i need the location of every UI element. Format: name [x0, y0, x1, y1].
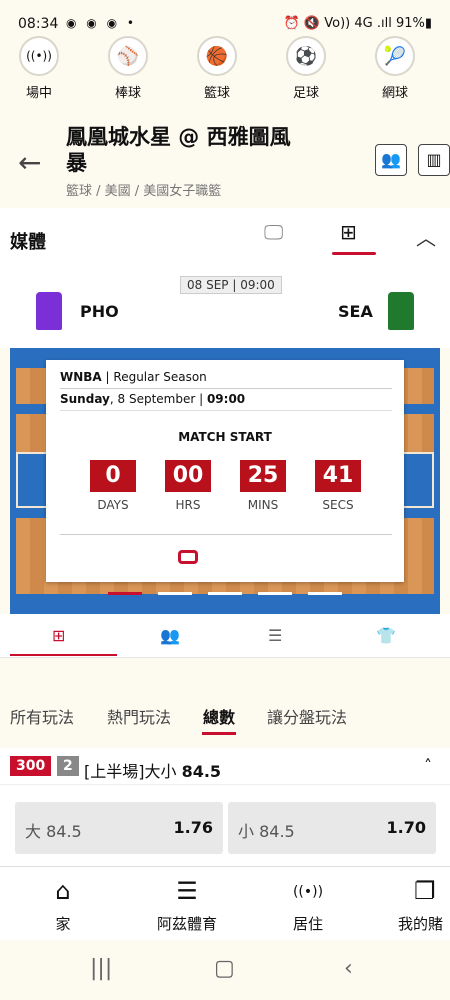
nav-live[interactable]: ((•)) 居住	[263, 877, 353, 934]
home-team-name: PHO	[80, 302, 119, 321]
odds-label: 小 84.5	[238, 822, 295, 841]
market-block: 300 2 [上半場]大小 84.5 ˄ 大 84.5 1.76 小 84.5 …	[0, 748, 450, 866]
menu-icon: ☰	[176, 877, 198, 905]
live-icon: ((•))	[19, 36, 59, 76]
chevron-up-icon[interactable]: ˄	[424, 756, 432, 775]
tab-popular-markets[interactable]: 熱門玩法	[107, 704, 171, 728]
sport-label: 籃球	[203, 86, 230, 101]
odds-over-button[interactable]: 大 84.5 1.76	[15, 802, 223, 854]
pager-dot[interactable]	[308, 592, 342, 595]
market-code-badge: 300	[10, 756, 52, 776]
odds-under-button[interactable]: 小 84.5 1.70	[228, 802, 436, 854]
countdown-seconds: 41 SECS	[315, 460, 361, 512]
match-start-label: MATCH START	[178, 430, 272, 444]
pager-dot[interactable]	[258, 592, 292, 595]
basketball-icon: 🏀	[197, 36, 237, 76]
media-bar: 媒體 🖵 ⊞ ︿	[0, 208, 450, 264]
status-time: 08:34	[18, 16, 59, 32]
countdown-minutes: 25 MINS	[240, 460, 286, 512]
detail-tabs: ⊞ 👥 ☰ 👕	[0, 614, 450, 658]
match-date: Sunday, 8 September | 09:00	[60, 392, 246, 406]
sport-tab-baseball[interactable]: ⚾ 棒球	[93, 36, 163, 101]
recent-apps-icon[interactable]: |||	[90, 956, 112, 981]
bar-chart-icon: ▥	[426, 150, 442, 169]
nav-home[interactable]: ⌂ 家	[18, 877, 108, 934]
active-tab-indicator	[332, 252, 376, 255]
home-circle-icon[interactable]: ▢	[214, 956, 235, 981]
away-jersey-icon	[388, 292, 414, 330]
court-view-icon[interactable]: ⊞	[340, 220, 357, 244]
bottom-nav: ⌂ 家 ☰ 阿茲體育 ((•)) 居住 ❐ 我的賭	[0, 866, 450, 940]
lineup-tab-icon[interactable]: 👥	[160, 626, 180, 645]
sport-label: 場中	[25, 86, 52, 101]
sport-tab-soccer[interactable]: ⚽ 足球	[271, 36, 341, 101]
live-icon: ((•))	[292, 884, 324, 900]
sport-tab-basketball[interactable]: 🏀 籃球	[182, 36, 252, 101]
tab-all-markets[interactable]: 所有玩法	[10, 704, 74, 728]
team-icon: 👥	[381, 150, 401, 169]
sport-tabs: ((•)) 場中 ⚾ 棒球 🏀 籃球 ⚽ 足球 🎾 網球	[0, 36, 450, 108]
stats-button[interactable]: ▥	[418, 144, 450, 176]
jersey-tab-icon[interactable]: 👕	[376, 626, 396, 645]
back-arrow-icon[interactable]: ←	[18, 146, 41, 179]
soccer-icon: ⚽	[286, 36, 326, 76]
court-visual: WNBA | Regular Season Sunday, 8 Septembe…	[10, 348, 440, 614]
tab-handicap[interactable]: 讓分盤玩法	[267, 704, 347, 728]
system-nav-bar: ||| ▢ ‹	[0, 940, 450, 1000]
nav-sports[interactable]: ☰ 阿茲體育	[142, 877, 232, 934]
page-title: 鳳凰城水星 @ 西雅圖風暴	[66, 125, 291, 175]
status-bar: 08:34 ◉ ◉ ◉ • ⏰ 🔇 Vo)) 4G .ıll 91%▮	[0, 0, 450, 36]
odds-value: 1.76	[173, 818, 213, 837]
countdown-card: WNBA | Regular Season Sunday, 8 Septembe…	[46, 360, 404, 582]
court-tab-icon[interactable]: ⊞	[52, 626, 65, 645]
countdown-days: 0 DAYS	[90, 460, 136, 512]
active-tab-indicator	[202, 732, 236, 735]
market-title[interactable]: [上半場]大小 84.5	[84, 758, 221, 782]
away-team-name: SEA	[338, 302, 373, 321]
sport-label: 足球	[292, 86, 319, 101]
bets-icon: ❐	[414, 877, 436, 905]
live-stream-icon[interactable]	[178, 550, 198, 564]
pager-dot[interactable]	[158, 592, 192, 595]
pager-dot-active[interactable]	[108, 592, 142, 595]
home-jersey-icon	[36, 292, 62, 330]
media-title: 媒體	[10, 232, 46, 253]
countdown-hours: 00 HRS	[165, 460, 211, 512]
league-line: WNBA | Regular Season	[60, 370, 207, 384]
baseball-icon: ⚾	[108, 36, 148, 76]
pager-dot[interactable]	[208, 592, 242, 595]
sport-tab-tennis[interactable]: 🎾 網球	[360, 36, 430, 101]
sport-label: 網球	[381, 86, 408, 101]
active-tab-indicator	[10, 654, 117, 656]
chevron-up-icon[interactable]: ︿	[416, 222, 436, 251]
breadcrumb[interactable]: 籃球 / 美國 / 美國女子職籃	[66, 180, 221, 199]
notification-icons: ◉ ◉ ◉ •	[66, 16, 137, 30]
odds-label: 大 84.5	[25, 822, 82, 841]
market-tabs: 所有玩法 熱門玩法 總數 讓分盤玩法	[0, 692, 450, 736]
teams-row: 08 SEP | 09:00 PHO SEA	[0, 264, 450, 348]
match-header: ← 鳳凰城水星 @ 西雅圖風暴 籃球 / 美國 / 美國女子職籃 👥 ▥	[0, 112, 450, 204]
tab-totals[interactable]: 總數	[203, 704, 235, 728]
sport-tab-live[interactable]: ((•)) 場中	[4, 36, 74, 101]
tennis-icon: 🎾	[375, 36, 415, 76]
home-icon: ⌂	[55, 877, 71, 905]
sport-label: 棒球	[114, 86, 141, 101]
list-tab-icon[interactable]: ☰	[268, 626, 282, 645]
lineup-button[interactable]: 👥	[375, 144, 407, 176]
match-datetime: 08 SEP | 09:00	[180, 276, 282, 294]
monitor-icon[interactable]: 🖵	[264, 220, 283, 244]
market-count-badge: 2	[57, 756, 79, 776]
back-icon[interactable]: ‹	[344, 956, 353, 981]
nav-my-bets[interactable]: ❐ 我的賭	[384, 877, 450, 934]
odds-value: 1.70	[386, 818, 426, 837]
status-indicators: ⏰ 🔇 Vo)) 4G .ıll 91%▮	[283, 16, 432, 31]
